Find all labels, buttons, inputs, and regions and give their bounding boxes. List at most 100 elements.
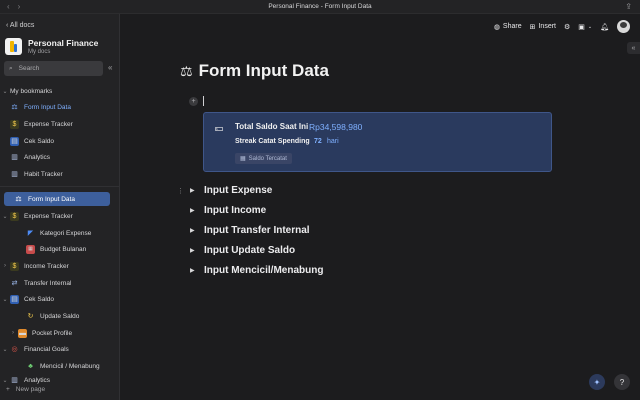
bookmark-label: Habit Tracker bbox=[24, 170, 63, 178]
chevron-down-icon[interactable]: ⌄ bbox=[0, 377, 10, 384]
tree-item-label: Pocket Profile bbox=[32, 329, 73, 337]
tree-item-pocket-profile[interactable]: › ▬ Pocket Profile bbox=[0, 326, 120, 340]
tree-item-label: Form Input Data bbox=[28, 195, 75, 203]
tag-icon: ◤ bbox=[27, 230, 34, 237]
bookmark-item-form-input-data[interactable]: ⚖ Form Input Data bbox=[0, 100, 120, 114]
saldo-tercatat-chip[interactable]: ▦ Saldo Tercatat bbox=[235, 153, 292, 164]
help-icon: ? bbox=[619, 377, 625, 387]
workspace-logo-icon bbox=[5, 38, 22, 55]
tree-item-transfer-internal[interactable]: ⇄ Transfer Internal bbox=[0, 276, 120, 290]
triangle-right-icon[interactable]: ▶ bbox=[190, 187, 196, 194]
triangle-right-icon[interactable]: ▶ bbox=[190, 227, 196, 234]
bookmark-item-expense-tracker[interactable]: $ Expense Tracker bbox=[0, 117, 120, 131]
refresh-icon: ↻ bbox=[27, 313, 34, 320]
streak-label: Streak Catat Spending bbox=[235, 138, 310, 145]
tree-item-update-saldo[interactable]: ↻ Update Saldo bbox=[0, 309, 120, 323]
chevron-down-icon[interactable]: ⌄ bbox=[0, 213, 10, 220]
window-titlebar: ‹ › Personal Finance - Form Input Data ⇪ bbox=[0, 0, 640, 14]
workspace-header[interactable]: Personal Finance My docs bbox=[5, 38, 98, 55]
bookmark-item-habit-tracker[interactable]: ▥ Habit Tracker bbox=[0, 167, 120, 181]
toggle-label: Input Update Saldo bbox=[204, 245, 296, 256]
tree-item-label: Financial Goals bbox=[24, 345, 69, 353]
tree-item-expense-tracker[interactable]: ⌄ $ Expense Tracker bbox=[0, 209, 120, 223]
triangle-right-icon[interactable]: ▶ bbox=[190, 207, 196, 214]
tree-item-financial-goals[interactable]: ⌄ ◎ Financial Goals bbox=[0, 342, 120, 356]
chevron-down-icon[interactable]: ⌄ bbox=[0, 346, 10, 353]
all-docs-label: All docs bbox=[9, 22, 35, 29]
toggle-input-transfer-internal[interactable]: ▶ Input Transfer Internal bbox=[190, 225, 310, 236]
calendar-icon: ▦ bbox=[26, 244, 35, 254]
tree-item-form-input-data[interactable]: ⚖ Form Input Data bbox=[4, 192, 110, 206]
search-input[interactable]: ⌕ Search bbox=[4, 61, 103, 76]
total-saldo-label: Total Saldo Saat Ini bbox=[235, 122, 309, 131]
gear-icon[interactable]: ⚙ bbox=[564, 23, 570, 31]
share-label: Share bbox=[502, 23, 522, 30]
ai-assistant-icon[interactable]: ✦ bbox=[589, 374, 605, 390]
chevron-down-icon[interactable]: ⌄ bbox=[0, 296, 10, 303]
export-icon[interactable]: ⇪ bbox=[625, 2, 632, 11]
insert-button[interactable]: ⊞ Insert bbox=[530, 23, 556, 31]
add-block-icon[interactable]: + bbox=[189, 97, 198, 106]
tree-item-label: Analytics bbox=[24, 376, 51, 384]
search-icon: ⌕ bbox=[9, 64, 13, 72]
bookmark-item-analytics[interactable]: ▥ Analytics bbox=[0, 150, 120, 164]
bell-icon[interactable]: 🔔︎ bbox=[600, 23, 609, 31]
scale-icon[interactable]: ⚖ bbox=[180, 63, 193, 80]
top-toolbar: ◍ Share ⊞ Insert ⚙ ▣ ⌄ 🔔︎ bbox=[494, 20, 630, 33]
sidebar-divider bbox=[0, 186, 120, 187]
toggle-label: Input Income bbox=[204, 205, 267, 216]
globe-icon: ◍ bbox=[493, 23, 500, 31]
chevron-right-icon[interactable]: › bbox=[8, 330, 18, 336]
tree-item-budget-bulanan[interactable]: ▦ Budget Bulanan bbox=[0, 242, 120, 256]
search-placeholder: Search bbox=[18, 65, 40, 72]
doc-icon: ▥ bbox=[11, 377, 18, 384]
bookmark-label: Expense Tracker bbox=[24, 120, 73, 128]
tree-item-income-tracker[interactable]: › $ Income Tracker bbox=[0, 259, 120, 273]
streak-value: 72 bbox=[314, 138, 322, 145]
scale-icon: ⚖ bbox=[11, 104, 18, 111]
chevron-down-icon: ⌄ bbox=[587, 23, 593, 30]
collapse-sidebar-icon[interactable]: « bbox=[108, 63, 112, 72]
avatar[interactable] bbox=[617, 20, 630, 33]
tree-item-label: Transfer Internal bbox=[24, 279, 72, 287]
expand-right-panel-icon[interactable]: « bbox=[627, 42, 640, 54]
toggle-label: Input Transfer Internal bbox=[204, 225, 310, 236]
toggle-input-update-saldo[interactable]: ▶ Input Update Saldo bbox=[190, 245, 295, 256]
drag-handle-icon[interactable]: ⋮ bbox=[177, 187, 184, 195]
toggle-input-income[interactable]: ▶ Input Income bbox=[190, 205, 266, 216]
new-page-label: New page bbox=[15, 386, 46, 393]
all-docs-link[interactable]: ‹ All docs bbox=[6, 22, 34, 29]
bookmark-item-cek-saldo[interactable]: ▤ Cek Saldo bbox=[0, 134, 120, 148]
triangle-right-icon[interactable]: ▶ bbox=[190, 267, 196, 274]
toggle-input-expense[interactable]: ▶ Input Expense bbox=[190, 185, 272, 196]
tree-item-label: Update Saldo bbox=[40, 312, 80, 320]
workspace-subtitle: My docs bbox=[28, 49, 51, 55]
streak-unit: hari bbox=[327, 138, 339, 145]
tree-item-label: Budget Bulanan bbox=[40, 245, 87, 253]
toggle-input-mencicil-menabung[interactable]: ▶ Input Mencicil/Menabung bbox=[190, 265, 323, 276]
tree-item-label: Mencicil / Menabung bbox=[40, 362, 100, 370]
plant-icon: ♣ bbox=[28, 362, 33, 370]
tree-item-analytics[interactable]: ⌄ ▥ Analytics bbox=[0, 375, 120, 385]
tree-item-label: Cek Saldo bbox=[24, 295, 54, 303]
pages-icon: ▤ bbox=[10, 294, 19, 304]
new-page-button[interactable]: + New page bbox=[6, 386, 45, 393]
help-button[interactable]: ? bbox=[614, 374, 630, 390]
money-icon: 💵︎ bbox=[215, 123, 224, 133]
tree-item-cek-saldo[interactable]: ⌄ ▤ Cek Saldo bbox=[0, 292, 120, 306]
share-button[interactable]: ◍ Share bbox=[494, 23, 522, 31]
tree-item-kategori-expense[interactable]: ◤ Kategori Expense bbox=[0, 226, 120, 240]
text-cursor[interactable] bbox=[203, 96, 204, 106]
triangle-right-icon[interactable]: ▶ bbox=[190, 247, 196, 254]
comments-button[interactable]: ▣ ⌄ bbox=[578, 23, 592, 31]
page-title-row: ⚖ Form Input Data bbox=[180, 61, 329, 81]
page-title[interactable]: Form Input Data bbox=[199, 61, 329, 81]
bookmarks-header[interactable]: ⌄ My bookmarks bbox=[0, 84, 120, 98]
chevron-right-icon[interactable]: › bbox=[0, 263, 10, 269]
tree-item-mencicil-menabung[interactable]: ♣ Mencicil / Menabung bbox=[0, 359, 120, 373]
target-icon: ◎ bbox=[11, 346, 18, 353]
wallet-icon: ▬ bbox=[18, 328, 27, 338]
doc-icon: ▥ bbox=[11, 171, 18, 178]
bookmark-label: Cek Saldo bbox=[24, 137, 54, 145]
money-bag-icon: $ bbox=[10, 261, 19, 271]
